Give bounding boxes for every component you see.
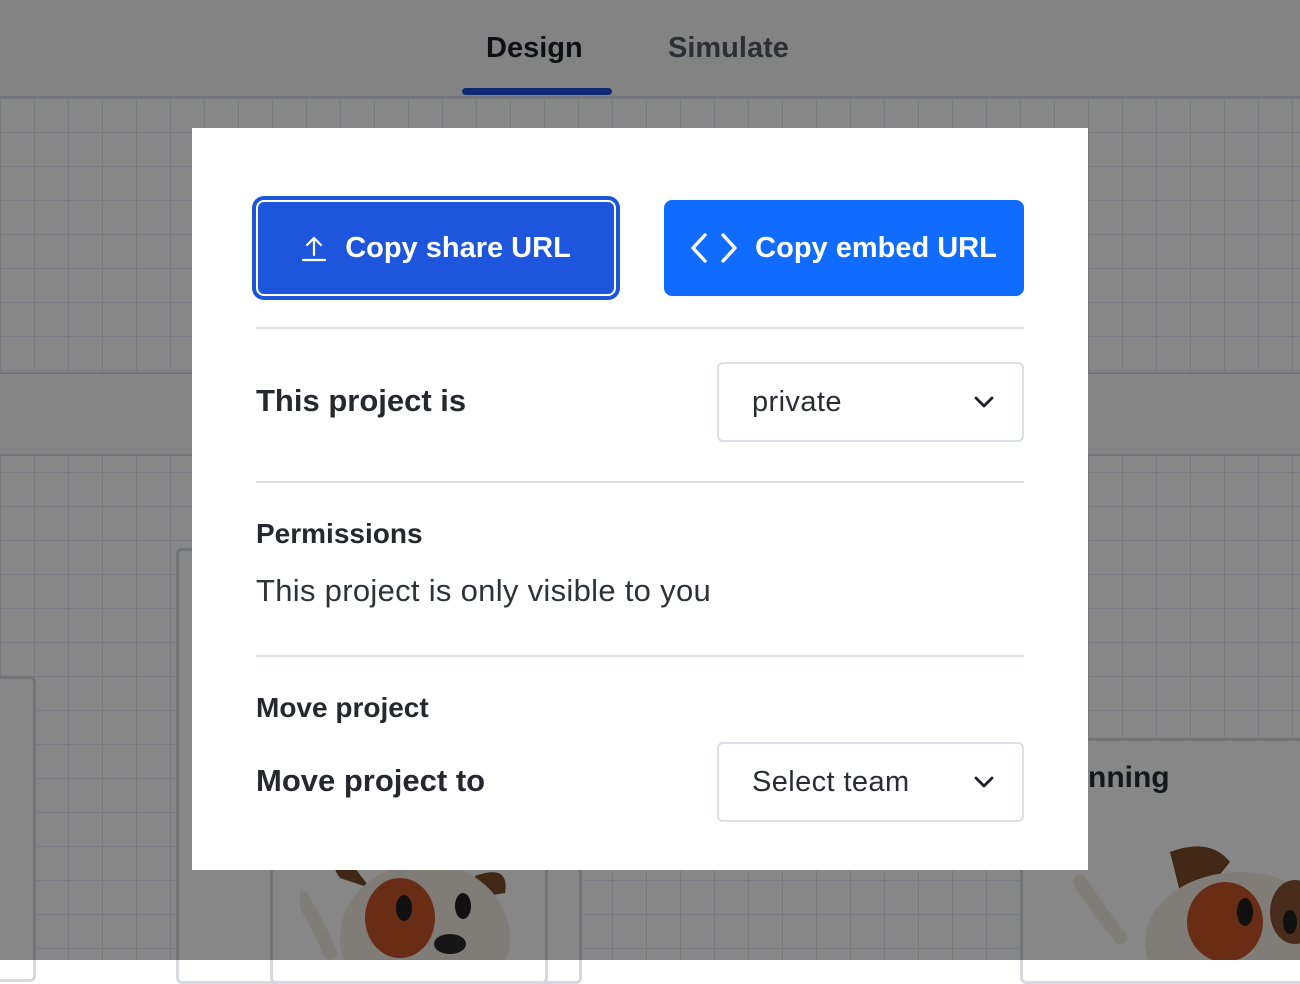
copy-share-url-label: Copy share URL xyxy=(345,231,571,264)
move-project-label: Move project to xyxy=(256,763,486,798)
permissions-description: This project is only visible to you xyxy=(256,573,712,608)
visibility-label: This project is xyxy=(256,383,467,418)
permissions-title: Permissions xyxy=(256,518,423,549)
code-icon xyxy=(691,233,737,263)
team-select-placeholder: Select team xyxy=(752,765,910,798)
copy-embed-url-button[interactable]: Copy embed URL xyxy=(664,200,1024,296)
share-modal: Copy share URL Copy embed URL This proje… xyxy=(192,128,1088,870)
chevron-down-icon xyxy=(974,776,994,788)
move-project-title: Move project xyxy=(256,692,429,723)
divider xyxy=(256,655,1024,657)
divider xyxy=(256,327,1024,329)
visibility-select[interactable]: private xyxy=(717,362,1024,442)
visibility-select-value: private xyxy=(752,385,842,418)
team-select[interactable]: Select team xyxy=(717,742,1024,822)
chevron-down-icon xyxy=(974,396,994,408)
divider xyxy=(256,481,1024,483)
copy-share-url-button[interactable]: Copy share URL xyxy=(256,200,616,296)
copy-embed-url-label: Copy embed URL xyxy=(755,231,997,264)
upload-icon xyxy=(301,234,327,262)
